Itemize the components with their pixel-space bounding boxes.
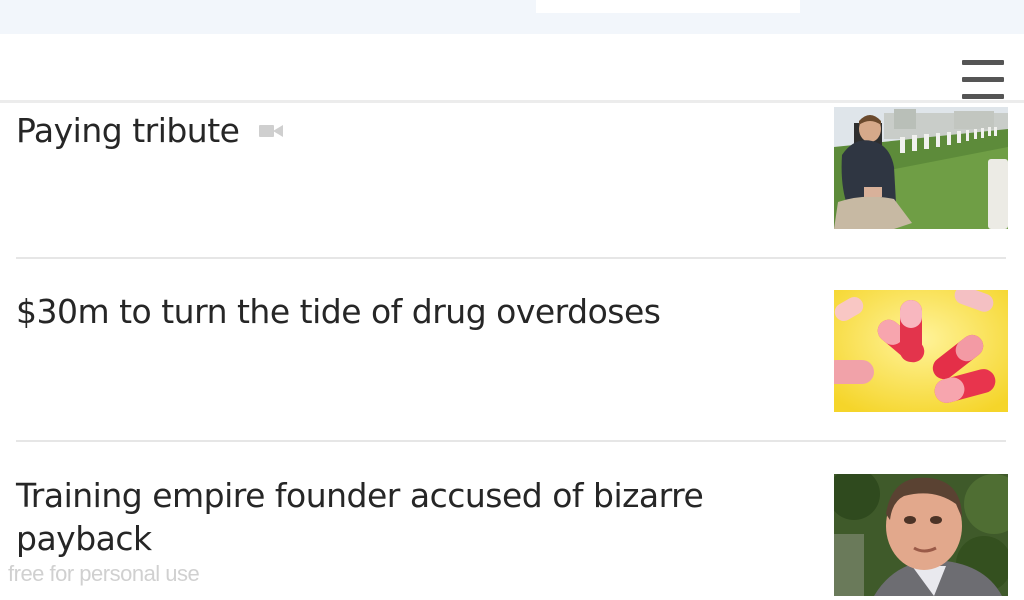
story-item-paying-tribute[interactable]: Paying tribute bbox=[16, 107, 1008, 229]
news-app: Paying tribute $30m to turn the tide of … bbox=[0, 0, 1024, 600]
story-divider bbox=[16, 440, 1006, 442]
story-thumbnail-capsules[interactable] bbox=[834, 290, 1008, 412]
story-headline[interactable]: Training empire founder accused of bizar… bbox=[16, 474, 776, 560]
story-headline[interactable]: $30m to turn the tide of drug overdoses bbox=[16, 290, 776, 333]
story-headline[interactable]: Paying tribute bbox=[16, 109, 776, 152]
story-item-drug-overdoses[interactable]: $30m to turn the tide of drug overdoses bbox=[16, 290, 1008, 412]
address-bar[interactable] bbox=[536, 0, 800, 13]
menu-bar-middle bbox=[962, 77, 1004, 82]
story-divider bbox=[16, 257, 1006, 259]
cemetery-photo bbox=[834, 107, 1008, 229]
story-thumbnail-portrait[interactable] bbox=[834, 474, 1008, 596]
capsules-photo bbox=[834, 290, 1008, 412]
story-thumbnail-cemetery[interactable] bbox=[834, 107, 1008, 229]
app-header bbox=[0, 34, 1024, 103]
top-strip bbox=[0, 0, 1024, 34]
portrait-photo bbox=[834, 474, 1008, 596]
menu-bar-top bbox=[962, 60, 1004, 65]
hamburger-menu-icon[interactable] bbox=[962, 60, 1006, 106]
video-camera-icon bbox=[259, 122, 285, 138]
watermark-text: free for personal use bbox=[8, 561, 200, 586]
menu-bar-bottom bbox=[962, 94, 1004, 99]
